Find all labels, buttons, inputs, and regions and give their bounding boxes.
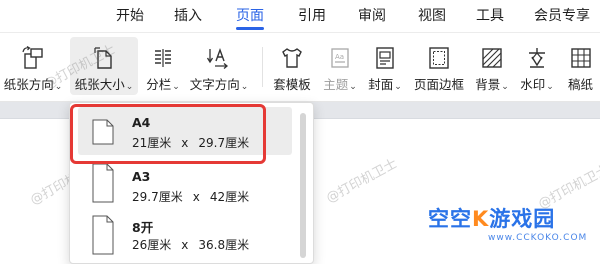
paper-sheet-icon [92, 163, 114, 203]
paper-size-button[interactable]: 纸张大小⌄ [70, 37, 138, 95]
ribbon-divider [262, 47, 263, 87]
cover-label: 封面⌄ [368, 77, 402, 92]
tab-view[interactable]: 视图 [410, 0, 454, 32]
logo-url: www.CCKOKO.COM [488, 233, 588, 243]
paper-orientation-icon [22, 45, 43, 69]
tab-insert[interactable]: 插入 [166, 0, 210, 32]
tab-start[interactable]: 开始 [108, 0, 152, 32]
tab-member[interactable]: 会员专享 [530, 0, 594, 32]
page-border-icon [429, 47, 449, 69]
template-shirt-icon [282, 48, 302, 68]
template-button[interactable]: 套模板 [268, 37, 316, 95]
dropdown-scrollbar[interactable] [300, 113, 306, 258]
paper-sheet-icon [92, 215, 114, 255]
active-tab-indicator [236, 27, 264, 30]
tab-tools[interactable]: 工具 [468, 0, 512, 32]
paper-size-label: 纸张大小⌄ [74, 77, 134, 92]
ribbon-toolbar: 纸张方向⌄ 纸张大小⌄ 分栏⌄ 文字方向⌄ 套模板 Aa 主题⌄ 封面⌄ 页面边… [0, 33, 600, 102]
page-border-label: 页面边框 [413, 77, 464, 92]
watermark-button[interactable]: 水印⌄ [516, 37, 558, 95]
text-direction-label: 文字方向⌄ [189, 77, 249, 92]
page-border-button[interactable]: 页面边框 [410, 37, 468, 95]
paper-size-option-a3[interactable]: A3 29.7厘米 x 42厘米 [70, 161, 294, 209]
logo-text: 空空K游戏园 [428, 207, 556, 231]
theme-label: 主题⌄ [323, 77, 357, 92]
background-icon [482, 48, 502, 68]
text-direction-button[interactable]: 文字方向⌄ [186, 37, 252, 95]
template-label: 套模板 [273, 77, 311, 92]
menu-bar: 开始 插入 页面 引用 审阅 视图 工具 会员专享 [0, 0, 600, 33]
paper-size-option-8k[interactable]: 8开 26厘米 x 36.8厘米 [70, 209, 294, 257]
manuscript-icon [571, 48, 591, 68]
cover-button[interactable]: 封面⌄ [364, 37, 406, 95]
theme-button[interactable]: Aa 主题⌄ [318, 37, 362, 95]
tab-references[interactable]: 引用 [290, 0, 334, 32]
background-button[interactable]: 背景⌄ [470, 37, 514, 95]
manuscript-label: 稿纸 [568, 77, 594, 92]
paper-size-name: A3 [132, 169, 151, 184]
paper-orientation-button[interactable]: 纸张方向⌄ [0, 37, 66, 95]
paper-size-option-a4[interactable]: A4 21厘米 x 29.7厘米 [70, 107, 294, 155]
paper-orientation-label: 纸张方向⌄ [3, 77, 63, 92]
manuscript-button[interactable]: 稿纸 [562, 37, 600, 95]
watermark-icon [529, 48, 545, 68]
columns-icon [155, 49, 171, 67]
paper-sheet-icon [92, 119, 114, 145]
paper-size-dimensions: 29.7厘米 x 42厘米 [132, 190, 250, 204]
tab-review[interactable]: 审阅 [350, 0, 394, 32]
paper-size-dropdown: A4 21厘米 x 29.7厘米 A3 29.7厘米 x 42厘米 8开 26厘米 x 36… [69, 102, 314, 264]
columns-label: 分栏⌄ [146, 77, 180, 92]
background-label: 背景⌄ [475, 77, 509, 92]
cover-icon [376, 47, 394, 69]
svg-text:Aa: Aa [335, 53, 344, 61]
paper-size-name: 8开 [132, 220, 154, 235]
paper-size-dimensions: 21厘米 x 29.7厘米 [132, 136, 250, 150]
theme-icon: Aa [331, 48, 349, 68]
paper-size-name: A4 [132, 115, 151, 130]
columns-button[interactable]: 分栏⌄ [140, 37, 186, 95]
tab-page[interactable]: 页面 [228, 0, 272, 32]
site-logo: 空空K游戏园 www.CCKOKO.COM [428, 203, 598, 249]
watermark-label: 水印⌄ [520, 77, 554, 92]
text-direction-icon [206, 47, 229, 69]
paper-size-dimensions: 26厘米 x 36.8厘米 [132, 238, 250, 252]
paper-size-icon [94, 47, 112, 69]
